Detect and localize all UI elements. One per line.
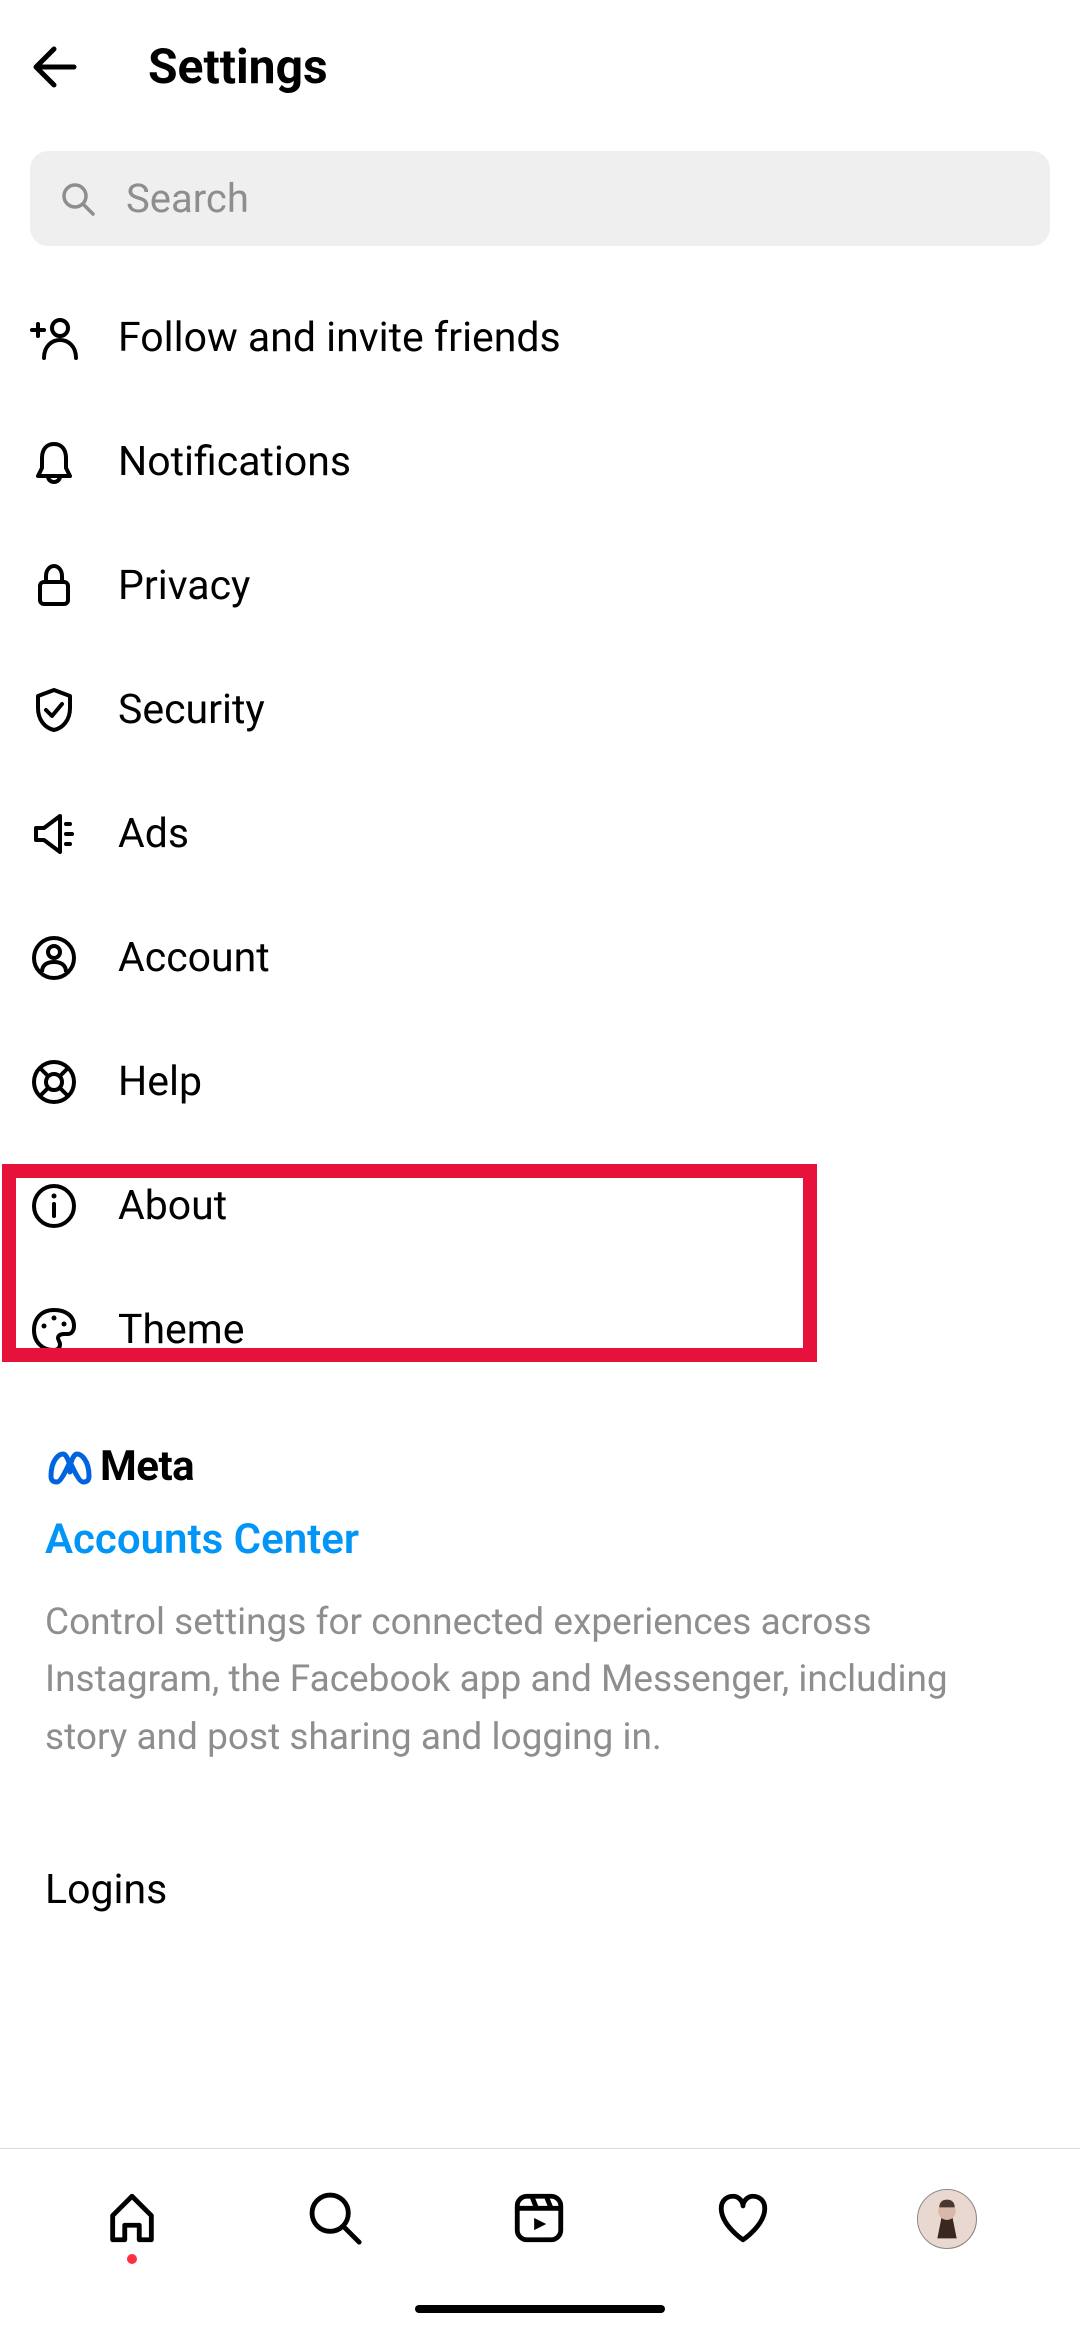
settings-item-label: About [118, 1182, 227, 1230]
settings-item-theme[interactable]: Theme [30, 1268, 1050, 1392]
meta-logo: Meta [45, 1442, 1035, 1491]
meta-description: Control settings for connected experienc… [45, 1594, 1035, 1766]
bottom-nav [0, 2148, 1080, 2326]
add-person-icon [30, 314, 78, 362]
lifebuoy-icon [30, 1058, 78, 1106]
arrow-left-icon [30, 43, 78, 91]
nav-search[interactable] [306, 2189, 364, 2247]
settings-item-label: Privacy [118, 562, 250, 610]
nav-activity[interactable] [714, 2189, 772, 2247]
shield-icon [30, 686, 78, 734]
header: Settings [0, 0, 1080, 115]
person-circle-icon [30, 934, 78, 982]
settings-item-label: Notifications [118, 438, 351, 486]
meta-infinity-icon [45, 1448, 95, 1486]
settings-item-label: Help [118, 1058, 202, 1106]
settings-item-help[interactable]: Help [30, 1020, 1050, 1144]
avatar [918, 2189, 976, 2249]
logins-title: Logins [45, 1866, 1035, 1914]
info-icon [30, 1182, 78, 1230]
settings-item-label: Security [118, 686, 265, 734]
megaphone-icon [30, 810, 78, 858]
lock-icon [30, 562, 78, 610]
palette-icon [30, 1306, 78, 1354]
meta-section: Meta Accounts Center Control settings fo… [0, 1392, 1080, 1766]
settings-item-security[interactable]: Security [30, 648, 1050, 772]
settings-item-ads[interactable]: Ads [30, 772, 1050, 896]
bell-icon [30, 438, 78, 486]
home-indicator [415, 2305, 665, 2313]
settings-item-privacy[interactable]: Privacy [30, 524, 1050, 648]
search-input[interactable]: Search [30, 151, 1050, 246]
logins-section: Logins [0, 1766, 1080, 1914]
meta-brand-text: Meta [100, 1442, 194, 1491]
settings-item-label: Theme [118, 1306, 244, 1354]
nav-reels[interactable] [510, 2189, 568, 2247]
settings-list: Follow and invite friends Notifications … [0, 276, 1080, 1392]
settings-item-label: Ads [118, 810, 189, 858]
settings-item-label: Follow and invite friends [118, 314, 561, 362]
page-title: Settings [148, 38, 328, 95]
search-placeholder: Search [126, 175, 249, 222]
accounts-center-link[interactable]: Accounts Center [45, 1515, 359, 1564]
settings-item-about[interactable]: About [30, 1144, 1050, 1268]
settings-item-notifications[interactable]: Notifications [30, 400, 1050, 524]
settings-item-follow-invite[interactable]: Follow and invite friends [30, 276, 1050, 400]
nav-profile[interactable] [917, 2189, 977, 2249]
nav-home[interactable] [103, 2189, 161, 2247]
settings-item-label: Account [118, 934, 270, 982]
search-icon [60, 181, 96, 217]
home-icon [103, 2189, 161, 2247]
settings-item-account[interactable]: Account [30, 896, 1050, 1020]
notification-dot [127, 2254, 137, 2264]
heart-icon [714, 2189, 772, 2247]
reels-icon [510, 2189, 568, 2247]
back-button[interactable] [30, 43, 78, 91]
search-icon [306, 2189, 364, 2247]
